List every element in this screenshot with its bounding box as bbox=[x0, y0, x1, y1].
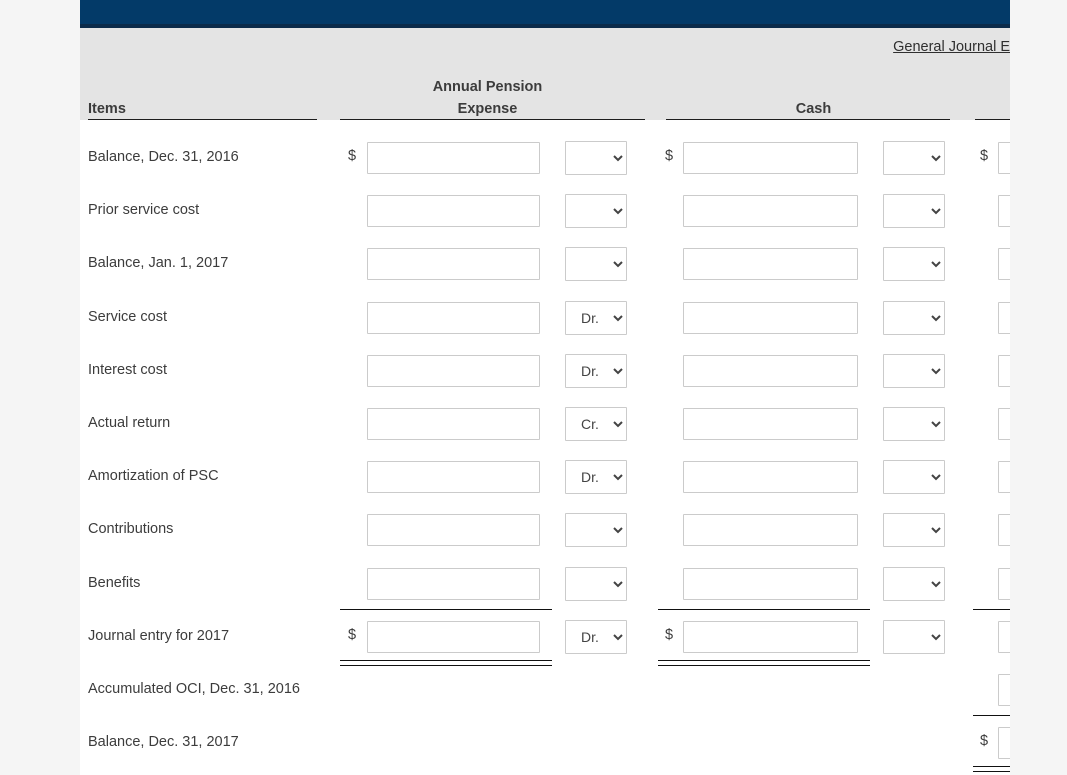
header-rule-items bbox=[88, 119, 317, 120]
column-header-cash: Cash bbox=[795, 101, 832, 117]
amount-input-expense[interactable] bbox=[367, 620, 540, 653]
row-label: Balance, Dec. 31, 2016 bbox=[88, 149, 239, 165]
header-rule-column4 bbox=[975, 119, 1010, 120]
dollar-sign-expense: $ bbox=[348, 148, 357, 164]
drcr-select-expense[interactable]: Dr.Cr. bbox=[565, 141, 627, 175]
drcr-select-cash[interactable]: Dr.Cr. bbox=[883, 407, 945, 441]
drcr-select-cash[interactable]: Dr.Cr. bbox=[883, 566, 945, 601]
amount-input-expense[interactable] bbox=[367, 514, 540, 547]
drcr-select-cash[interactable]: Dr.Cr. bbox=[883, 513, 945, 548]
amount-input-expense[interactable] bbox=[367, 195, 540, 228]
amount-input-col4[interactable] bbox=[998, 461, 1010, 494]
amount-input-expense[interactable] bbox=[367, 248, 540, 281]
subtotal-rule-cash bbox=[658, 608, 870, 610]
amount-input-col4[interactable] bbox=[998, 408, 1010, 440]
row-label: Service cost bbox=[88, 308, 167, 325]
amount-input-col4[interactable] bbox=[998, 567, 1010, 600]
amount-input-col4[interactable] bbox=[998, 514, 1010, 547]
amount-input-cash[interactable] bbox=[683, 461, 858, 494]
drcr-select-expense[interactable]: Dr.Cr. bbox=[565, 619, 627, 654]
amount-input-col4[interactable] bbox=[998, 354, 1010, 387]
window-title-bar bbox=[80, 0, 1010, 28]
header-rule-expense bbox=[340, 119, 645, 120]
column-header-items: Items bbox=[88, 101, 126, 117]
drcr-select-expense[interactable]: Dr.Cr. bbox=[565, 194, 627, 229]
amount-input-cash[interactable] bbox=[683, 248, 858, 281]
amount-input-expense[interactable] bbox=[367, 301, 540, 334]
drcr-select-expense[interactable]: Dr.Cr. bbox=[565, 513, 627, 548]
amount-input-col4[interactable] bbox=[998, 727, 1010, 760]
amount-input-expense[interactable] bbox=[367, 142, 540, 174]
amount-input-col4[interactable] bbox=[998, 620, 1010, 653]
amount-input-col4[interactable] bbox=[998, 301, 1010, 334]
amount-input-col4[interactable] bbox=[998, 142, 1010, 174]
header-rule-cash bbox=[666, 119, 950, 120]
drcr-select-expense[interactable]: Dr.Cr. bbox=[565, 460, 627, 495]
drcr-select-cash[interactable]: Dr.Cr. bbox=[883, 247, 945, 282]
row-label: Actual return bbox=[88, 415, 171, 431]
row-label: Contributions bbox=[88, 521, 174, 538]
drcr-select-cash[interactable]: Dr.Cr. bbox=[883, 353, 945, 388]
drcr-select-cash[interactable]: Dr.Cr. bbox=[883, 460, 945, 495]
row-label: Accumulated OCI, Dec. 31, 2016 bbox=[88, 681, 300, 697]
total-double-rule-expense bbox=[340, 659, 552, 666]
amount-input-cash[interactable] bbox=[683, 567, 858, 600]
worksheet-card: General Journal E Items Annual Pension E… bbox=[80, 0, 1010, 775]
amount-input-cash[interactable] bbox=[683, 142, 858, 174]
total-double-rule-column4 bbox=[973, 766, 1010, 773]
dollar-sign-col4: $ bbox=[980, 148, 989, 164]
amount-input-col4[interactable] bbox=[998, 195, 1010, 228]
amount-input-expense[interactable] bbox=[367, 567, 540, 600]
subtotal-rule-column4-bottom bbox=[973, 715, 1010, 717]
drcr-select-expense[interactable]: Dr.Cr. bbox=[565, 247, 627, 282]
row-label: Journal entry for 2017 bbox=[88, 627, 230, 644]
drcr-select-cash[interactable]: Dr.Cr. bbox=[883, 141, 945, 175]
worksheet-page: General Journal E Items Annual Pension E… bbox=[0, 0, 1067, 775]
drcr-select-expense[interactable]: Dr.Cr. bbox=[565, 353, 627, 388]
amount-input-cash[interactable] bbox=[683, 301, 858, 334]
dollar-sign-col4: $ bbox=[980, 733, 989, 750]
amount-input-cash[interactable] bbox=[683, 195, 858, 228]
drcr-select-cash[interactable]: Dr.Cr. bbox=[883, 194, 945, 229]
drcr-select-expense[interactable]: Dr.Cr. bbox=[565, 407, 627, 441]
column-header-expense-line2: Expense bbox=[457, 101, 518, 117]
dollar-sign-expense: $ bbox=[348, 626, 357, 643]
amount-input-col4[interactable] bbox=[998, 674, 1010, 706]
dollar-sign-cash: $ bbox=[665, 148, 674, 164]
amount-input-expense[interactable] bbox=[367, 461, 540, 494]
column-header-expense-line1: Annual Pension bbox=[432, 79, 543, 95]
row-label: Amortization of PSC bbox=[88, 468, 219, 485]
amount-input-col4[interactable] bbox=[998, 248, 1010, 281]
amount-input-cash[interactable] bbox=[683, 354, 858, 387]
row-label: Balance, Dec. 31, 2017 bbox=[88, 734, 239, 751]
drcr-select-expense[interactable]: Dr.Cr. bbox=[565, 566, 627, 601]
drcr-select-cash[interactable]: Dr.Cr. bbox=[883, 619, 945, 654]
row-label: Interest cost bbox=[88, 361, 167, 378]
row-label: Benefits bbox=[88, 574, 141, 591]
drcr-select-expense[interactable]: Dr.Cr. bbox=[565, 300, 627, 335]
amount-input-cash[interactable] bbox=[683, 620, 858, 653]
general-journal-entries-link[interactable]: General Journal E bbox=[893, 39, 1010, 55]
dollar-sign-cash: $ bbox=[665, 626, 674, 643]
row-label: Prior service cost bbox=[88, 202, 200, 219]
amount-input-expense[interactable] bbox=[367, 408, 540, 440]
amount-input-cash[interactable] bbox=[683, 408, 858, 440]
amount-input-expense[interactable] bbox=[367, 354, 540, 387]
total-double-rule-cash bbox=[658, 659, 870, 666]
subtotal-rule-expense bbox=[340, 608, 552, 610]
amount-input-cash[interactable] bbox=[683, 514, 858, 547]
column-header-annual-pension-expense: Annual Pension Expense bbox=[340, 76, 635, 120]
drcr-select-cash[interactable]: Dr.Cr. bbox=[883, 300, 945, 335]
subtotal-rule-column4 bbox=[973, 608, 1010, 610]
row-label: Balance, Jan. 1, 2017 bbox=[88, 255, 229, 272]
